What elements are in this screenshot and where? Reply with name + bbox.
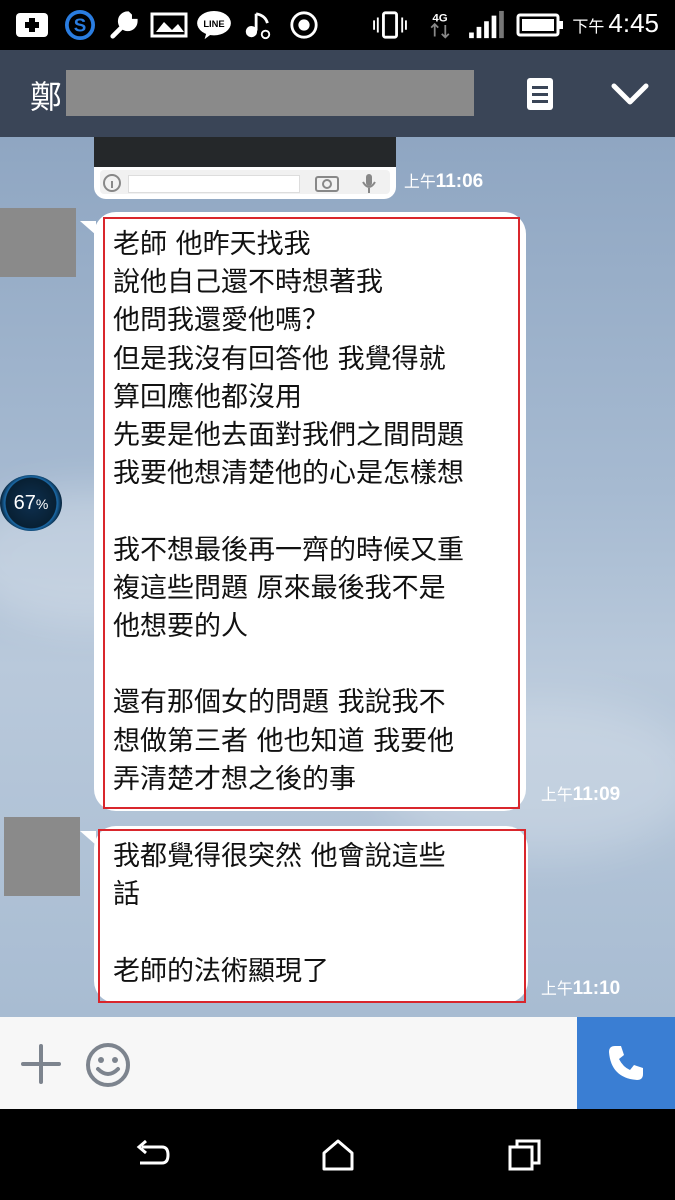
emoji-icon[interactable] bbox=[84, 1041, 132, 1089]
input-bar bbox=[0, 1017, 675, 1109]
chevron-down-icon[interactable] bbox=[610, 80, 650, 108]
message-time: 上午11:10 bbox=[541, 978, 621, 999]
recent-apps-icon[interactable] bbox=[506, 1137, 544, 1173]
network-4g-icon: 4G bbox=[430, 12, 450, 39]
home-icon[interactable] bbox=[319, 1137, 357, 1173]
message-time: 上午11:06 bbox=[404, 171, 484, 192]
badge-value: 67 bbox=[13, 492, 36, 514]
status-bar: S LINE 4G 下午 4:45 bbox=[0, 0, 675, 50]
back-icon[interactable] bbox=[132, 1137, 172, 1173]
music-icon bbox=[245, 12, 271, 40]
avatar[interactable] bbox=[4, 817, 80, 896]
add-icon bbox=[16, 13, 48, 37]
avatar[interactable] bbox=[0, 208, 76, 277]
chat-header: 鄭 bbox=[0, 50, 675, 137]
wrench-icon bbox=[110, 11, 138, 39]
line-icon: LINE bbox=[197, 10, 231, 40]
contact-name[interactable]: 鄭 bbox=[30, 72, 62, 118]
svg-text:LINE: LINE bbox=[203, 19, 224, 29]
status-time-prefix: 下午 bbox=[572, 19, 605, 36]
status-time: 4:45 bbox=[608, 8, 659, 38]
chat-area[interactable]: 上午11:06 老師 他昨天找我 說他自己還不時想著我 他問我還愛他嗎？ 但是我… bbox=[0, 137, 675, 1017]
mic-icon bbox=[362, 174, 376, 193]
name-redaction bbox=[66, 70, 474, 116]
info-icon bbox=[103, 174, 121, 192]
image-icon bbox=[150, 12, 188, 38]
skype-icon: S bbox=[65, 10, 95, 40]
phone-icon bbox=[609, 1046, 643, 1080]
image-message[interactable] bbox=[94, 137, 396, 199]
signal-icon bbox=[469, 10, 504, 39]
vibrate-icon bbox=[373, 11, 407, 39]
badge-unit: % bbox=[35, 496, 49, 512]
plus-icon[interactable] bbox=[20, 1043, 62, 1085]
message-text: 我都覺得很突然 他會說這些 話 老師的法術顯現了 bbox=[113, 841, 446, 987]
svg-text:4G: 4G bbox=[432, 12, 447, 24]
status-clock: 下午 4:45 bbox=[572, 8, 659, 39]
navigation-bar bbox=[0, 1109, 675, 1200]
message-text: 老師 他昨天找我 說他自己還不時想著我 他問我還愛他嗎？ 但是我沒有回答他 我覺… bbox=[113, 229, 464, 795]
svg-text:S: S bbox=[74, 15, 87, 36]
message-time: 上午11:09 bbox=[541, 784, 621, 805]
call-button[interactable] bbox=[577, 1017, 675, 1109]
notes-icon[interactable] bbox=[524, 76, 556, 112]
battery-icon bbox=[516, 13, 563, 37]
percent-badge[interactable]: 67% bbox=[0, 475, 62, 531]
camera-icon bbox=[315, 176, 339, 192]
record-icon bbox=[290, 11, 318, 39]
